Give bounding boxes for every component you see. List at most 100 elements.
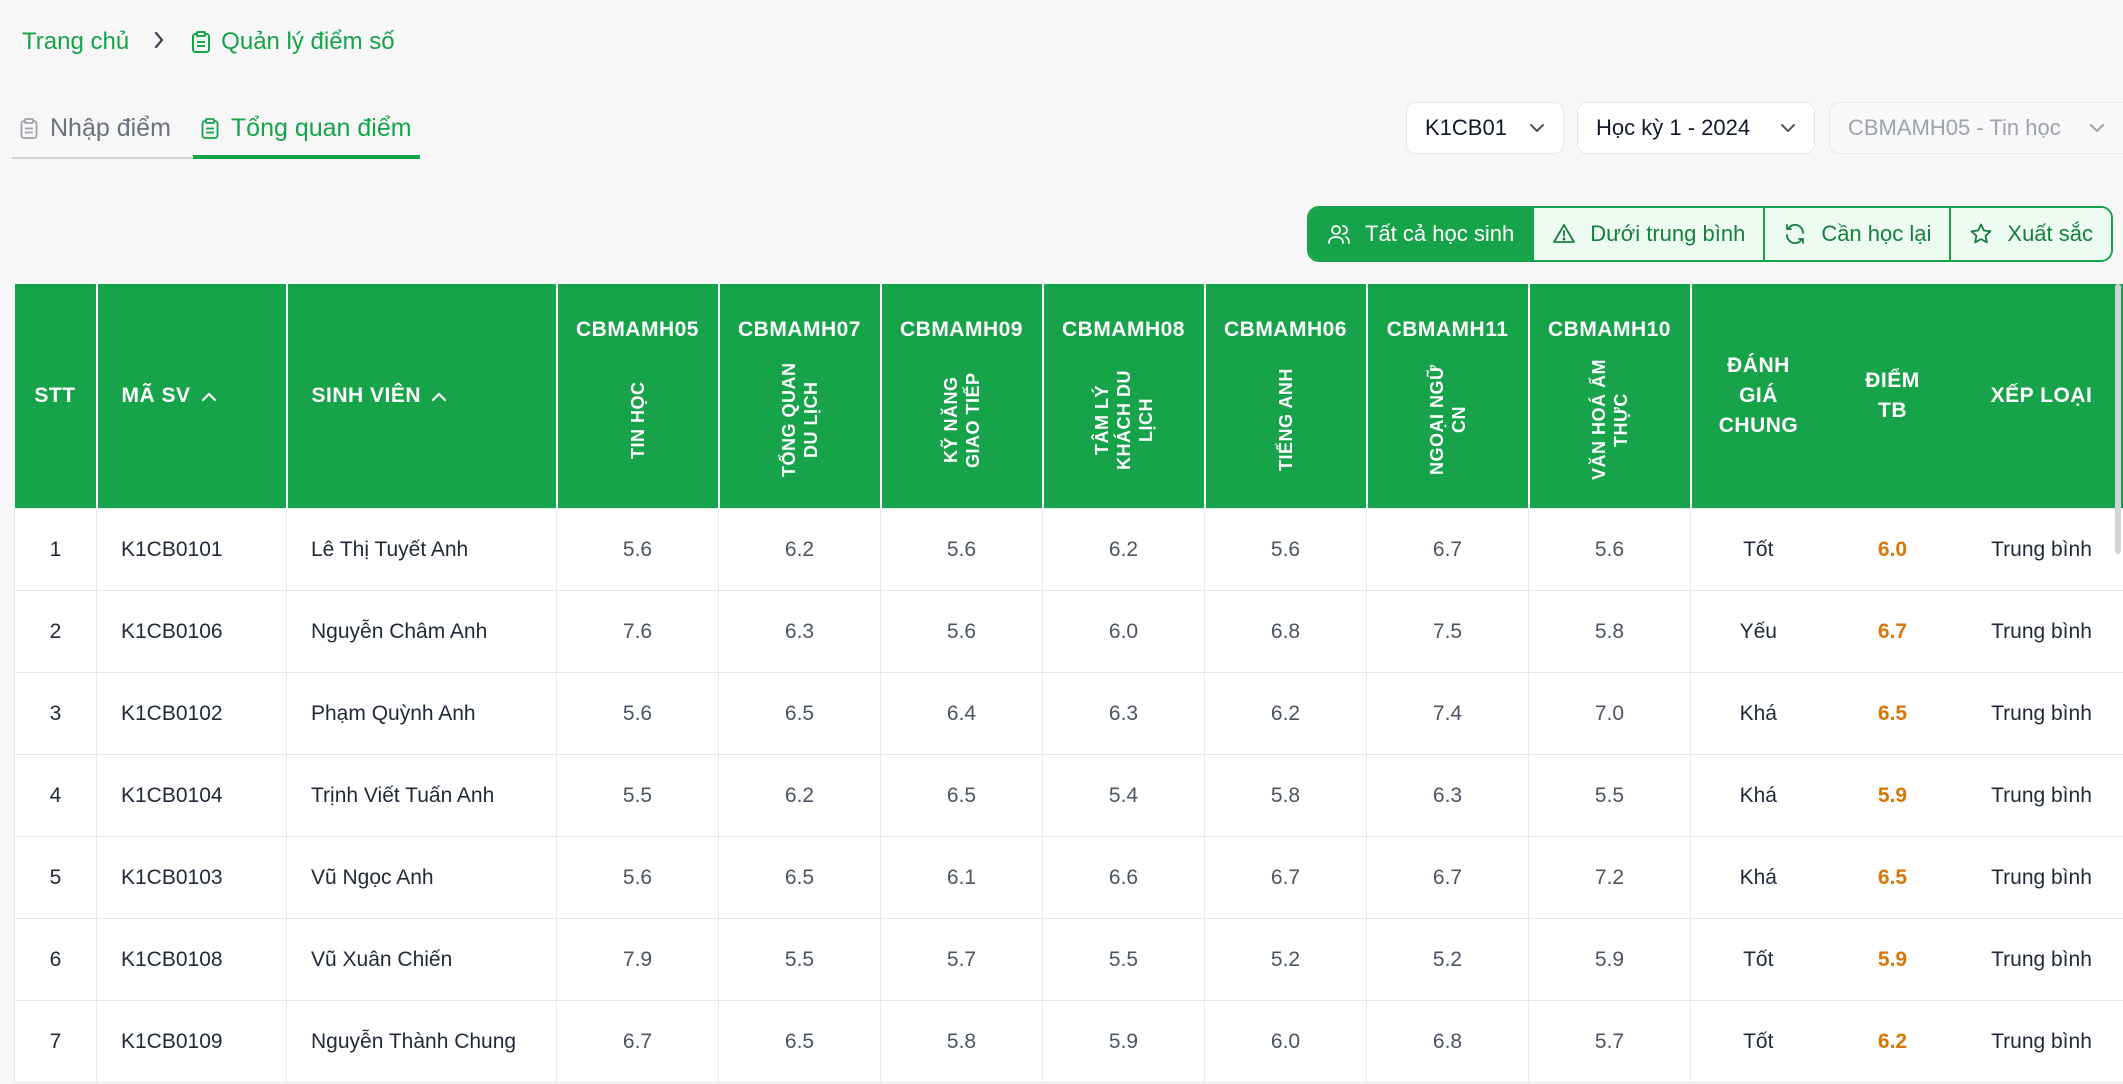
table-row[interactable]: 7 K1CB0109 Nguyễn Thành Chung 6.7 6.5 5.8 5.9 6… xyxy=(14,1000,2123,1083)
clipboard-icon xyxy=(192,31,211,53)
header-subject: CBMAMH06 TIẾNG ANH xyxy=(1204,284,1368,509)
header-subject: CBMAMH08 TÂM LÝ KHÁCH DU LỊCH xyxy=(1042,284,1206,509)
cell-subject-score: 5.4 xyxy=(1042,754,1205,837)
cell-subject-score: 6.2 xyxy=(718,754,881,837)
header-xep-loai: XẾP LOẠI xyxy=(1959,284,2123,509)
cell-subject-score: 6.5 xyxy=(880,754,1043,837)
cell-xep-loai: Trung bình xyxy=(1959,672,2123,755)
cell-xep-loai: Trung bình xyxy=(1959,836,2123,919)
cell-danh-gia: Tốt xyxy=(1690,508,1826,591)
filter-need-retake[interactable]: Cần học lại xyxy=(1763,208,1950,260)
subject-select-value: CBMAMH05 - Tin học xyxy=(1848,115,2061,140)
sort-ascending-icon[interactable] xyxy=(201,386,217,407)
cell-student-name: Vũ Xuân Chiến xyxy=(286,918,557,1001)
cell-danh-gia: Tốt xyxy=(1690,918,1826,1001)
cell-subject-score: 5.5 xyxy=(718,918,881,1001)
cell-subject-score: 5.6 xyxy=(1204,508,1367,591)
class-select[interactable]: K1CB01 xyxy=(1406,102,1564,154)
cell-subject-score: 5.7 xyxy=(880,918,1043,1001)
breadcrumb-current: Quản lý điểm số xyxy=(221,28,395,55)
subject-select[interactable]: CBMAMH05 - Tin học xyxy=(1829,102,2123,154)
table-row[interactable]: 5 K1CB0103 Vũ Ngọc Anh 5.6 6.5 6.1 6.6 6.7 6.7 7.… xyxy=(14,836,2123,919)
cell-ma-sv: K1CB0106 xyxy=(96,590,287,673)
chevron-down-icon xyxy=(1781,124,1795,132)
cell-subject-score: 6.1 xyxy=(880,836,1043,919)
student-filter-group: Tất cả học sinh Dưới trung bình Cần học … xyxy=(1307,206,2113,262)
cell-ma-sv: K1CB0103 xyxy=(96,836,287,919)
cell-subject-score: 6.3 xyxy=(718,590,881,673)
cell-danh-gia: Yếu xyxy=(1690,590,1826,673)
grades-table: STT MÃ SV SINH VIÊN CBMAMH05 TIN HỌC CBMA… xyxy=(14,284,2123,1083)
cell-subject-score: 5.6 xyxy=(880,508,1043,591)
cell-subject-score: 6.8 xyxy=(1204,590,1367,673)
filter-all-students[interactable]: Tất cả học sinh xyxy=(1309,208,1533,260)
cell-subject-score: 6.8 xyxy=(1366,1000,1529,1083)
chevron-down-icon xyxy=(2090,124,2104,132)
tab-label: Nhập điểm xyxy=(50,114,171,142)
cell-subject-score: 5.2 xyxy=(1366,918,1529,1001)
table-header-row: STT MÃ SV SINH VIÊN CBMAMH05 TIN HỌC CBMA… xyxy=(14,284,2123,509)
cell-ma-sv: K1CB0102 xyxy=(96,672,287,755)
header-subject: CBMAMH07 TỔNG QUAN DU LỊCH xyxy=(718,284,882,509)
clipboard-icon xyxy=(20,118,38,139)
class-select-value: K1CB01 xyxy=(1425,115,1507,140)
cell-subject-score: 7.4 xyxy=(1366,672,1529,755)
header-danh-gia-chung: ĐÁNH GIÁ CHUNG xyxy=(1690,284,1826,509)
table-row[interactable]: 6 K1CB0108 Vũ Xuân Chiến 7.9 5.5 5.7 5.5 5.2 5.2… xyxy=(14,918,2123,1001)
cell-diem-tb: 5.9 xyxy=(1825,754,1960,837)
cell-subject-score: 6.7 xyxy=(556,1000,719,1083)
filter-below-average[interactable]: Dưới trung bình xyxy=(1532,208,1764,260)
cell-student-name: Phạm Quỳnh Anh xyxy=(286,672,557,755)
table-row[interactable]: 2 K1CB0106 Nguyễn Châm Anh 7.6 6.3 5.6 6.0 6.8 7… xyxy=(14,590,2123,673)
tab-nhap-diem[interactable]: Nhập điểm xyxy=(12,108,179,159)
cell-subject-score: 5.7 xyxy=(1528,1000,1691,1083)
cell-diem-tb: 6.5 xyxy=(1825,672,1960,755)
cell-stt: 7 xyxy=(14,1000,97,1083)
tab-tong-quan-diem[interactable]: Tổng quan điểm xyxy=(192,108,420,159)
cell-danh-gia: Khá xyxy=(1690,836,1826,919)
breadcrumb: Trang chủ Quản lý điểm số xyxy=(22,28,395,56)
cell-subject-score: 6.7 xyxy=(1204,836,1367,919)
cell-diem-tb: 5.9 xyxy=(1825,918,1960,1001)
semester-select-value: Học kỳ 1 - 2024 xyxy=(1596,115,1751,140)
cell-subject-score: 7.0 xyxy=(1528,672,1691,755)
cell-subject-score: 6.5 xyxy=(718,672,881,755)
table-row[interactable]: 3 K1CB0102 Phạm Quỳnh Anh 5.6 6.5 6.4 6.3 6.2 7.… xyxy=(14,672,2123,755)
cell-subject-score: 7.5 xyxy=(1366,590,1529,673)
cell-subject-score: 6.7 xyxy=(1366,508,1529,591)
cell-stt: 3 xyxy=(14,672,97,755)
filter-excellent[interactable]: Xuất sắc xyxy=(1949,208,2111,260)
filter-label: Dưới trung bình xyxy=(1590,221,1746,246)
cell-subject-score: 6.0 xyxy=(1204,1000,1367,1083)
cell-xep-loai: Trung bình xyxy=(1959,590,2123,673)
breadcrumb-home[interactable]: Trang chủ xyxy=(22,28,129,56)
header-subject: CBMAMH11 NGOẠI NGỮ CN xyxy=(1366,284,1530,509)
cell-subject-score: 7.9 xyxy=(556,918,719,1001)
refresh-icon xyxy=(1786,223,1805,245)
table-row[interactable]: 4 K1CB0104 Trịnh Viết Tuấn Anh 5.5 6.2 6.5 5.4… xyxy=(14,754,2123,837)
cell-diem-tb: 6.2 xyxy=(1825,1000,1960,1083)
cell-ma-sv: K1CB0104 xyxy=(96,754,287,837)
cell-subject-score: 6.5 xyxy=(718,1000,881,1083)
cell-subject-score: 5.9 xyxy=(1042,1000,1205,1083)
filter-label: Cần học lại xyxy=(1821,221,1932,246)
cell-subject-score: 6.7 xyxy=(1366,836,1529,919)
cell-student-name: Trịnh Viết Tuấn Anh xyxy=(286,754,557,837)
table-scrollbar[interactable] xyxy=(2115,284,2121,554)
sort-ascending-icon[interactable] xyxy=(431,386,447,407)
table-row[interactable]: 1 K1CB0101 Lê Thị Tuyết Anh 5.6 6.2 5.6 6.2 5.6… xyxy=(14,508,2123,591)
cell-xep-loai: Trung bình xyxy=(1959,1000,2123,1083)
header-sinh-vien[interactable]: SINH VIÊN xyxy=(286,284,558,509)
chevron-right-icon xyxy=(153,29,165,55)
cell-subject-score: 5.5 xyxy=(556,754,719,837)
cell-subject-score: 5.9 xyxy=(1528,918,1691,1001)
filter-label: Tất cả học sinh xyxy=(1365,221,1515,246)
cell-subject-score: 6.2 xyxy=(718,508,881,591)
cell-subject-score: 5.6 xyxy=(880,590,1043,673)
tab-bar: Nhập điểm Tổng quan điểm xyxy=(12,108,420,159)
header-ma-sv[interactable]: MÃ SV xyxy=(96,284,288,509)
cell-subject-score: 7.6 xyxy=(556,590,719,673)
cell-subject-score: 6.2 xyxy=(1204,672,1367,755)
cell-ma-sv: K1CB0109 xyxy=(96,1000,287,1083)
semester-select[interactable]: Học kỳ 1 - 2024 xyxy=(1577,102,1815,154)
